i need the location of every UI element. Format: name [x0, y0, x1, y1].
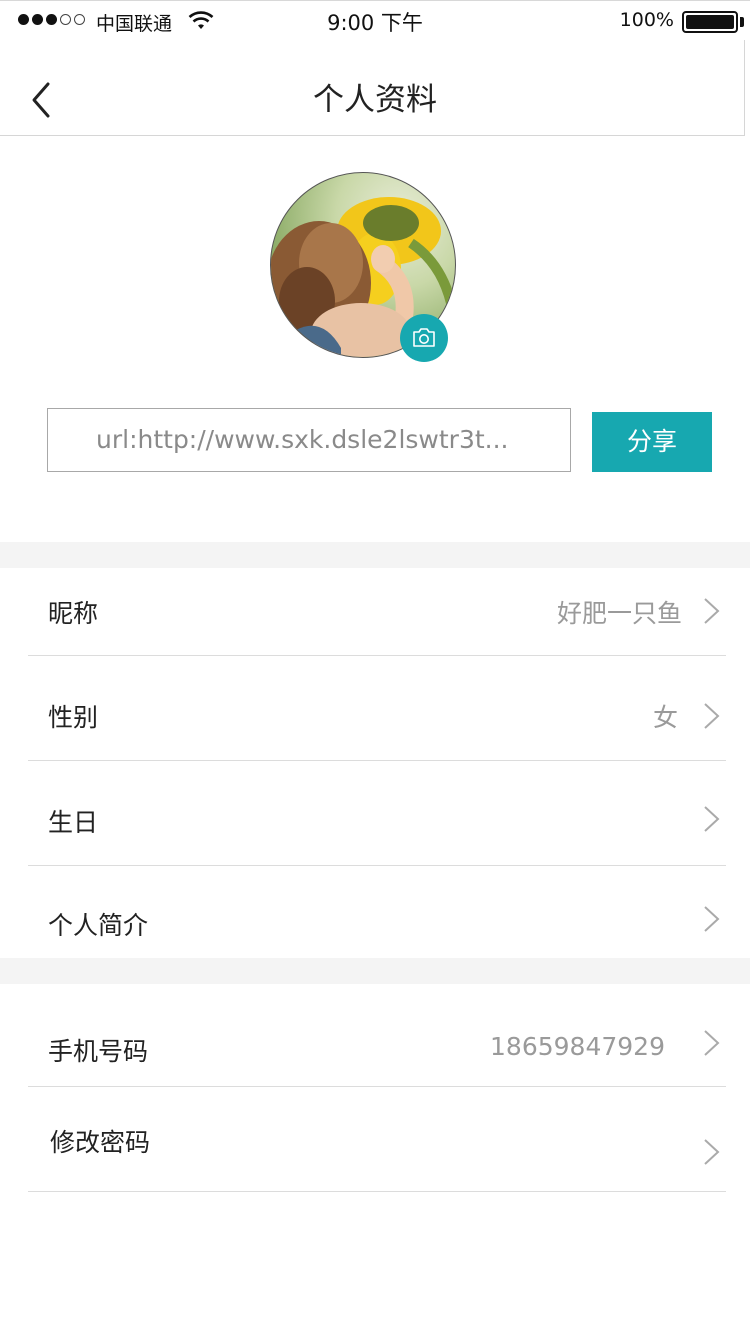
nickname-value: 好肥一只鱼 [556, 599, 682, 628]
avatar-container [270, 172, 456, 362]
row-label: 手机号码 [48, 1037, 149, 1066]
row-label: 个人简介 [48, 911, 149, 940]
chevron-right-icon [704, 906, 720, 932]
chevron-right-icon [704, 806, 720, 832]
chevron-right-icon [704, 598, 720, 624]
row-gender[interactable]: 性别 女 [0, 656, 750, 761]
nav-bar: 个人资料 [0, 40, 745, 136]
page-title: 个人资料 [313, 82, 437, 118]
share-button[interactable]: 分享 [592, 412, 712, 472]
row-birthday[interactable]: 生日 [0, 761, 750, 866]
camera-icon [413, 328, 435, 347]
phone-value: 18659847929 [490, 1032, 665, 1061]
profile-url-field[interactable]: url:http://www.sxk.dsle2lswtr3t... [47, 408, 571, 472]
chevron-right-icon [704, 703, 720, 729]
section-separator [0, 542, 750, 568]
battery-percent: 100% [619, 9, 674, 31]
battery-icon [682, 11, 738, 33]
section-separator [0, 958, 750, 984]
row-change-password[interactable]: 修改密码 [0, 1087, 750, 1191]
row-nickname[interactable]: 昵称 好肥一只鱼 [0, 568, 750, 656]
row-label: 昵称 [48, 599, 99, 628]
change-avatar-button[interactable] [400, 314, 448, 362]
battery-tip [740, 17, 744, 27]
gender-value: 女 [652, 703, 678, 732]
chevron-right-icon [704, 1030, 720, 1056]
status-bar: 中国联通 9:00 下午 100% [0, 0, 750, 40]
row-label: 性别 [48, 703, 99, 732]
chevron-right-icon [704, 1139, 720, 1165]
row-label: 生日 [48, 808, 99, 837]
row-phone[interactable]: 手机号码 18659847929 [0, 984, 750, 1086]
row-label: 修改密码 [50, 1128, 151, 1157]
row-divider [28, 1191, 726, 1192]
row-bio[interactable]: 个人简介 [0, 866, 750, 958]
